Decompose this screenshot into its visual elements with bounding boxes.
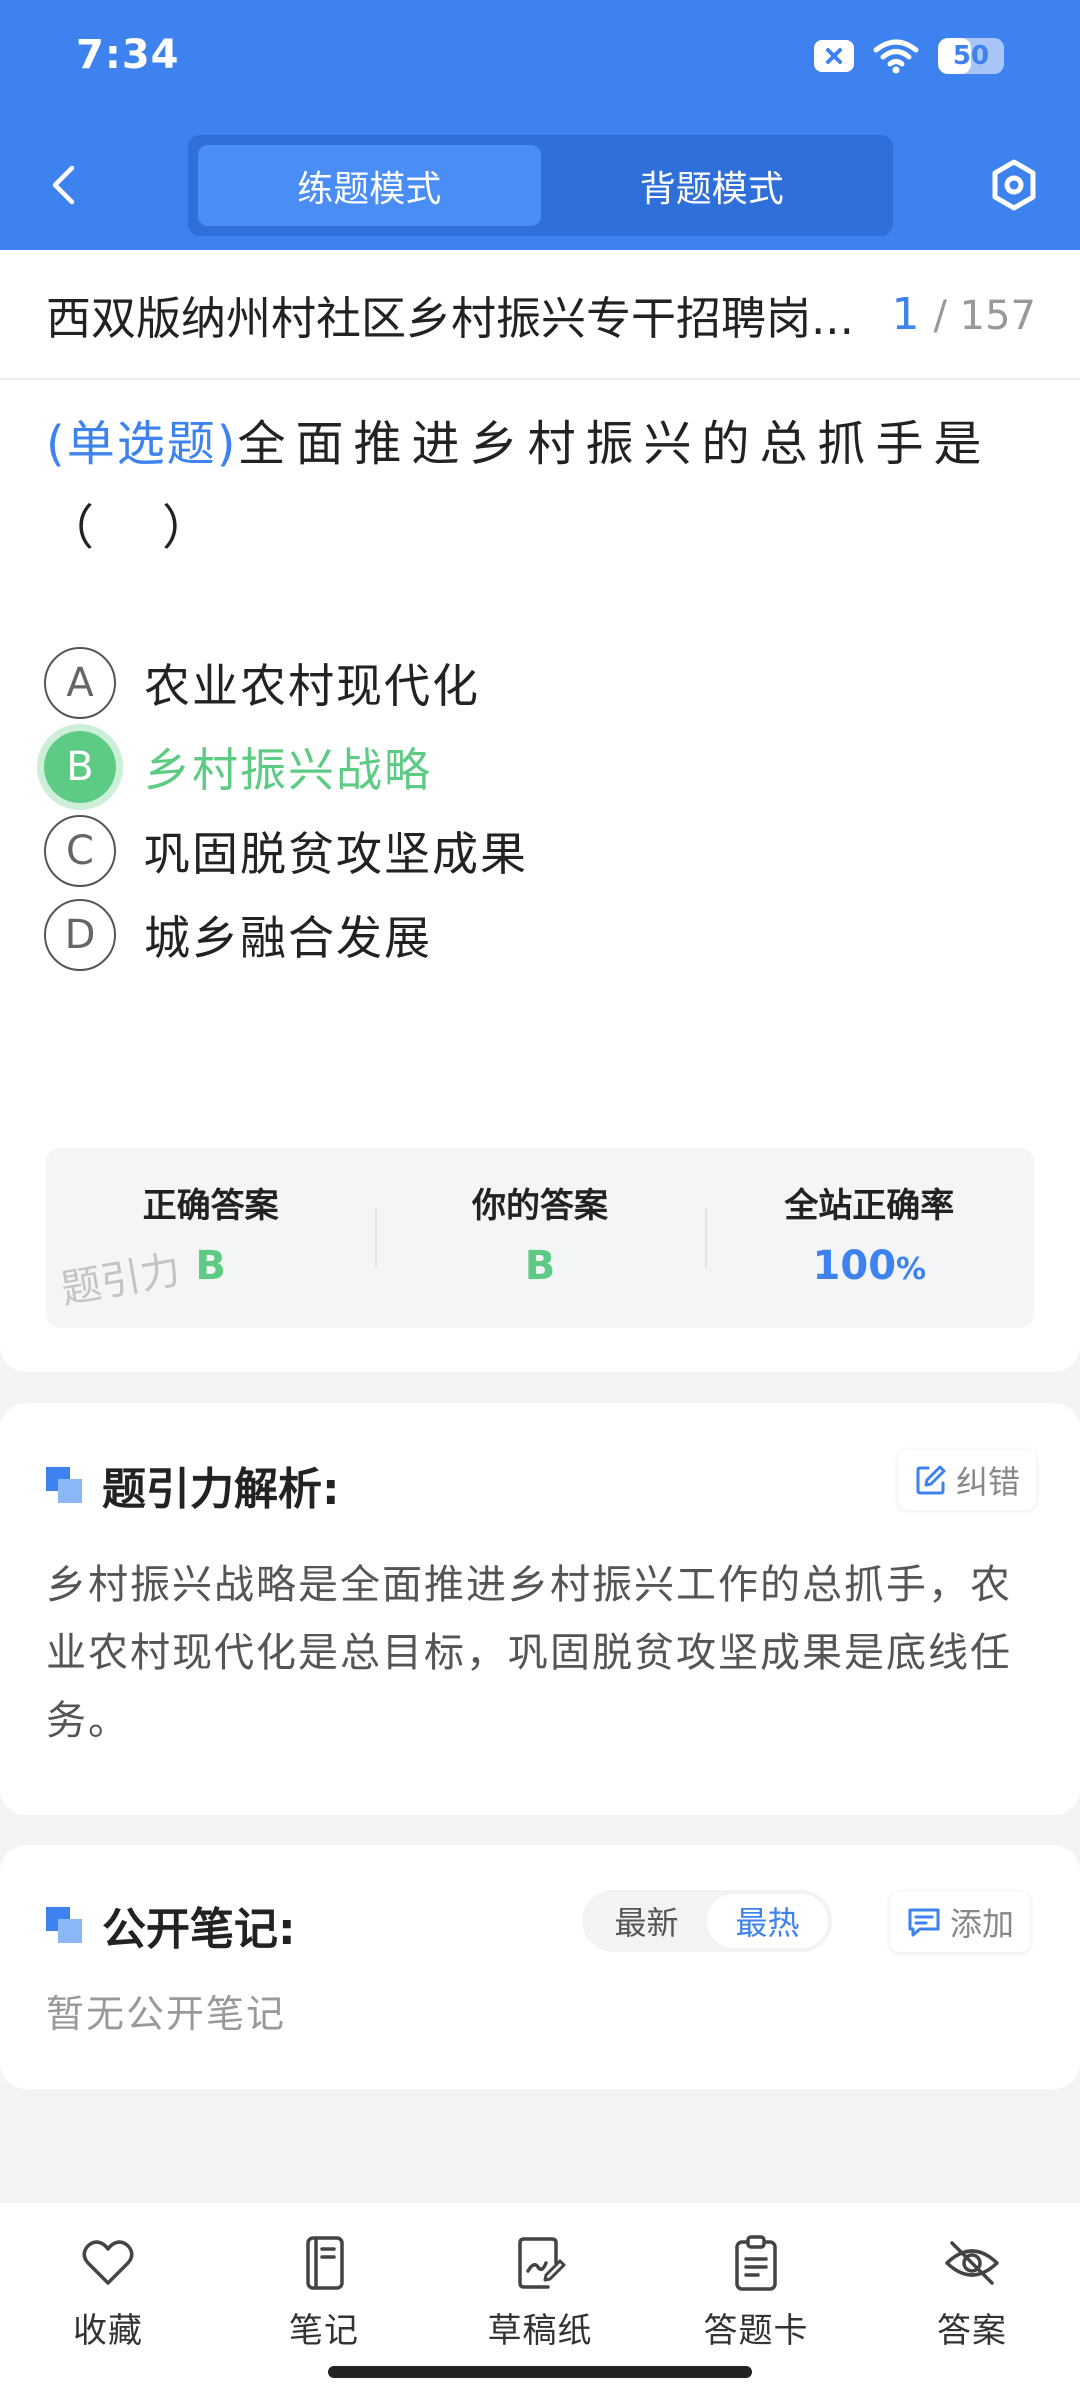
accuracy-rate-label: 全站正确率 [784, 1186, 955, 1226]
analysis-text: 乡村振兴战略是全面推进乡村振兴工作的总抓手，农业农村现代化是总目标，巩固脱贫攻坚… [46, 1562, 1012, 1744]
draft-paper-icon [518, 2237, 566, 2289]
nav-label: 答题卡 [703, 2311, 809, 2351]
option-c[interactable]: C 巩固脱贫攻坚成果 [44, 806, 528, 896]
correct-answer-col: 正确答案 B 题引力 [46, 1148, 375, 1328]
nav-label: 答案 [937, 2311, 1007, 2351]
settings-hexagon-icon[interactable] [986, 157, 1042, 213]
nav-favorite[interactable]: 收藏 [0, 2203, 216, 2400]
add-note-button[interactable]: 添加 [890, 1892, 1031, 1952]
correct-answer-label: 正确答案 [142, 1186, 279, 1226]
nav-label: 收藏 [73, 2311, 143, 2351]
accuracy-rate-col: 全站正确率 100% [704, 1148, 1034, 1328]
sort-hottest[interactable]: 最热 [707, 1894, 828, 1948]
option-text: 乡村振兴战略 [144, 743, 432, 797]
option-d[interactable]: D 城乡融合发展 [44, 890, 432, 980]
option-text: 城乡融合发展 [144, 911, 432, 965]
question-stem: (单选题)全面推进乡村振兴的总抓手是（ ） [46, 402, 1036, 570]
notebook-icon [306, 2236, 344, 2290]
paper-title: 西双版纳州村社区乡村振兴专干招聘岗... [46, 291, 854, 345]
analysis-card: 题引力解析: 纠错 乡村振兴战略是全面推进乡村振兴工作的总抓手，农业农村现代化是… [0, 1403, 1080, 1815]
wifi-icon [873, 39, 919, 74]
analysis-title-text: 题引力解析: [102, 1464, 340, 1515]
accuracy-rate-unit: % [896, 1252, 927, 1287]
progress-current: 1 [891, 288, 920, 340]
comment-icon [908, 1908, 940, 1937]
progress-total: / 157 [933, 292, 1036, 339]
notes-title-text: 公开笔记: [102, 1904, 296, 1955]
battery-indicator: 50 [938, 38, 1004, 74]
section-square-icon [46, 1907, 82, 1943]
watermark: 题引力 [57, 1247, 184, 1314]
question-card: 西双版纳州村社区乡村振兴专干招聘岗... 1 / 157 (单选题)全面推进乡村… [0, 250, 1080, 1372]
notes-title: 公开笔记: [46, 1893, 296, 1957]
eye-off-icon [945, 2241, 999, 2285]
home-indicator[interactable] [328, 2366, 752, 2378]
option-text: 农业农村现代化 [144, 659, 480, 713]
accuracy-rate-value: 100% [813, 1243, 927, 1289]
notification-muted-icon [814, 40, 854, 72]
option-letter: B [44, 731, 116, 803]
accuracy-rate-number: 100 [812, 1243, 897, 1289]
question-progress[interactable]: 1 / 157 [891, 289, 1036, 340]
your-answer-label: 你的答案 [471, 1186, 608, 1226]
option-b[interactable]: B 乡村振兴战略 [44, 722, 432, 812]
app-header: 7:34 50 练题模式 背题模式 [0, 0, 1080, 250]
tab-memorize-mode[interactable]: 背题模式 [541, 145, 884, 226]
answer-summary: 正确答案 B 题引力 你的答案 B 全站正确率 100% [46, 1148, 1034, 1328]
back-chevron-icon[interactable] [40, 160, 90, 210]
battery-level: 50 [952, 41, 990, 71]
nav-label: 草稿纸 [487, 2311, 593, 2351]
option-a[interactable]: A 农业农村现代化 [44, 638, 480, 728]
notes-sort-toggle: 最新 最热 [582, 1890, 832, 1952]
tab-practice-mode[interactable]: 练题模式 [198, 145, 541, 226]
status-time: 7:34 [76, 32, 180, 78]
question-type: (单选题) [46, 416, 238, 472]
option-letter: C [44, 815, 116, 887]
analysis-title: 题引力解析: [46, 1453, 340, 1517]
nav-answer-toggle[interactable]: 答案 [864, 2203, 1080, 2400]
option-letter: A [44, 647, 116, 719]
mode-switch: 练题模式 背题模式 [188, 135, 893, 236]
empty-notes-text: 暂无公开笔记 [46, 1992, 287, 2036]
your-answer-value: B [524, 1243, 556, 1289]
report-error-label: 纠错 [956, 1463, 1021, 1501]
add-note-label: 添加 [950, 1905, 1015, 1943]
sort-latest[interactable]: 最新 [586, 1894, 707, 1948]
paper-title-row: 西双版纳州村社区乡村振兴专干招聘岗... 1 / 157 [0, 250, 1080, 380]
correct-answer-value: B [195, 1243, 226, 1289]
section-square-icon [46, 1467, 82, 1503]
public-notes-card: 公开笔记: 最新 最热 添加 暂无公开笔记 [0, 1845, 1080, 2089]
nav-label: 笔记 [289, 2311, 359, 2351]
answer-sheet-icon [735, 2235, 777, 2291]
edit-icon [916, 1465, 946, 1495]
option-text: 巩固脱贫攻坚成果 [144, 827, 528, 881]
report-error-button[interactable]: 纠错 [898, 1450, 1037, 1510]
your-answer-col: 你的答案 B [375, 1148, 704, 1328]
option-letter: D [44, 899, 116, 971]
status-icons: 50 [814, 38, 1004, 74]
heart-icon [82, 2240, 134, 2285]
